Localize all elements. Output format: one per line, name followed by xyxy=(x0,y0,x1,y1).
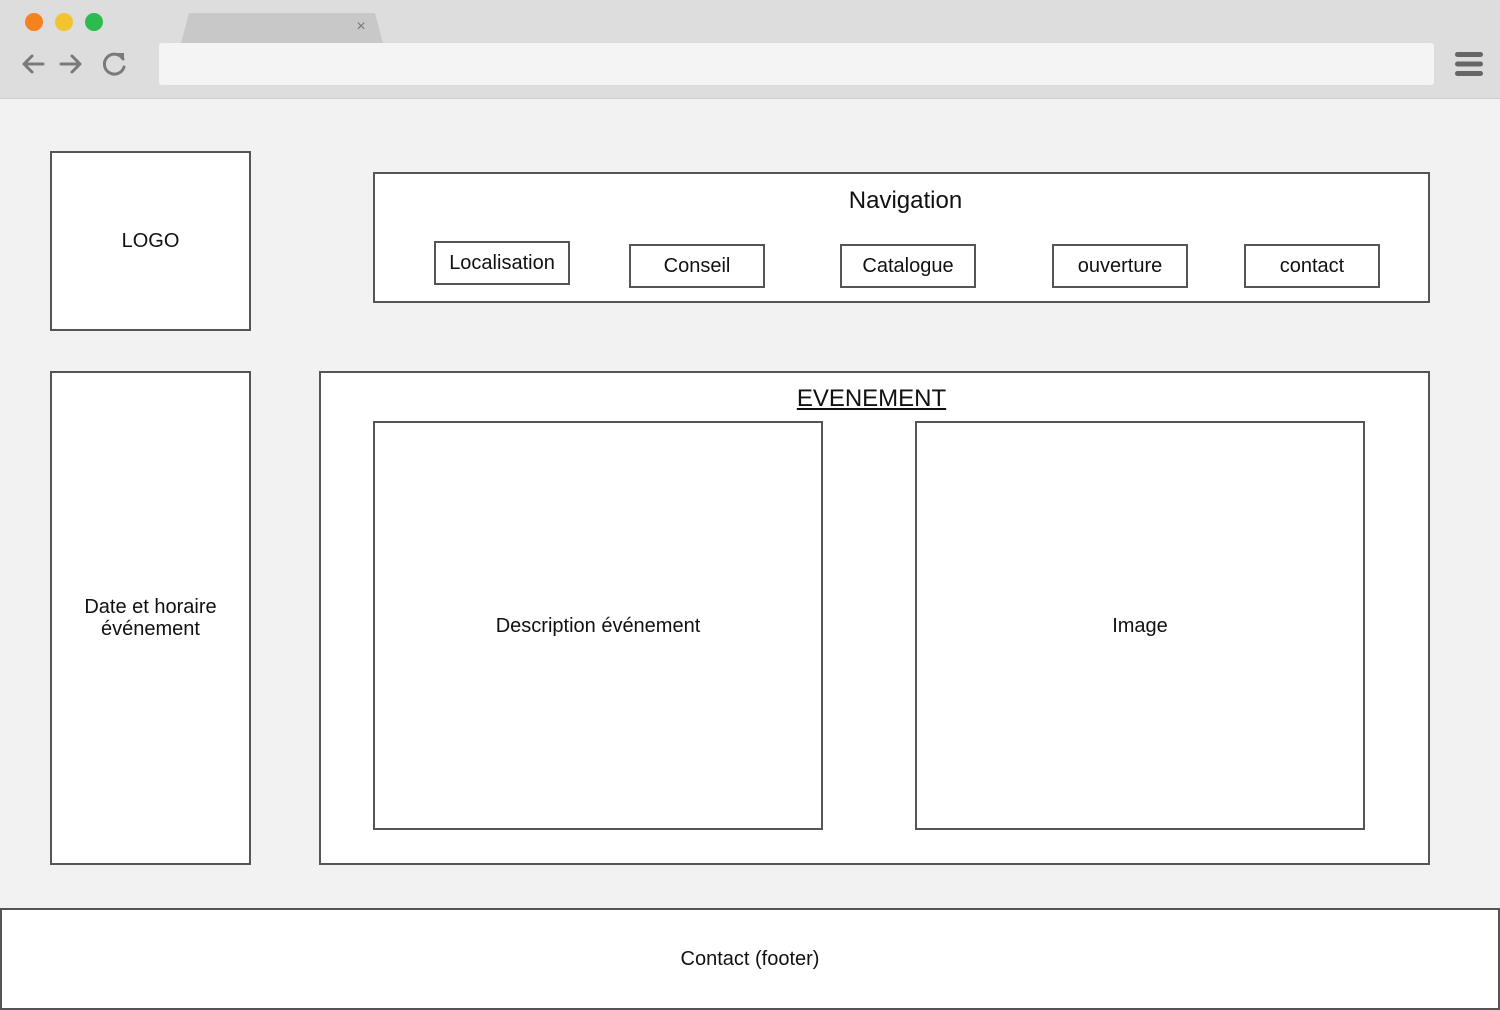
window-zoom-dot[interactable] xyxy=(85,13,103,31)
nav-item-label: ouverture xyxy=(1077,255,1163,277)
nav-item-catalogue[interactable]: Catalogue xyxy=(840,244,976,288)
logo-placeholder[interactable]: LOGO xyxy=(50,151,251,331)
hamburger-menu-icon[interactable] xyxy=(1454,49,1484,79)
event-image-placeholder: Image xyxy=(915,421,1365,830)
nav-item-contact[interactable]: contact xyxy=(1244,244,1380,288)
nav-item-label: Localisation xyxy=(449,252,555,274)
navigation-title: Navigation xyxy=(848,187,963,214)
event-image-label: Image xyxy=(1112,614,1168,637)
footer-label: Contact (footer) xyxy=(680,948,820,970)
nav-item-label: Catalogue xyxy=(862,255,954,277)
event-title: EVENEMENT xyxy=(796,385,947,412)
forward-arrow-icon[interactable] xyxy=(57,50,85,78)
address-bar[interactable] xyxy=(159,43,1434,85)
event-description-panel: Description événement xyxy=(373,421,823,830)
event-description-label: Description événement xyxy=(495,614,701,637)
event-date-label: Date et horaire événement xyxy=(84,596,217,640)
tab-close-icon[interactable]: × xyxy=(352,16,370,38)
logo-label: LOGO xyxy=(121,230,180,252)
reload-icon[interactable] xyxy=(101,50,129,78)
back-arrow-icon[interactable] xyxy=(19,50,47,78)
nav-item-label: contact xyxy=(1279,255,1345,277)
window-close-dot[interactable] xyxy=(25,13,43,31)
nav-item-conseil[interactable]: Conseil xyxy=(629,244,765,288)
nav-item-label: Conseil xyxy=(663,255,731,277)
footer: Contact (footer) xyxy=(0,908,1500,1010)
nav-item-localisation[interactable]: Localisation xyxy=(434,241,570,285)
window-minimize-dot[interactable] xyxy=(55,13,73,31)
nav-item-ouverture[interactable]: ouverture xyxy=(1052,244,1188,288)
event-date-panel: Date et horaire événement xyxy=(50,371,251,865)
